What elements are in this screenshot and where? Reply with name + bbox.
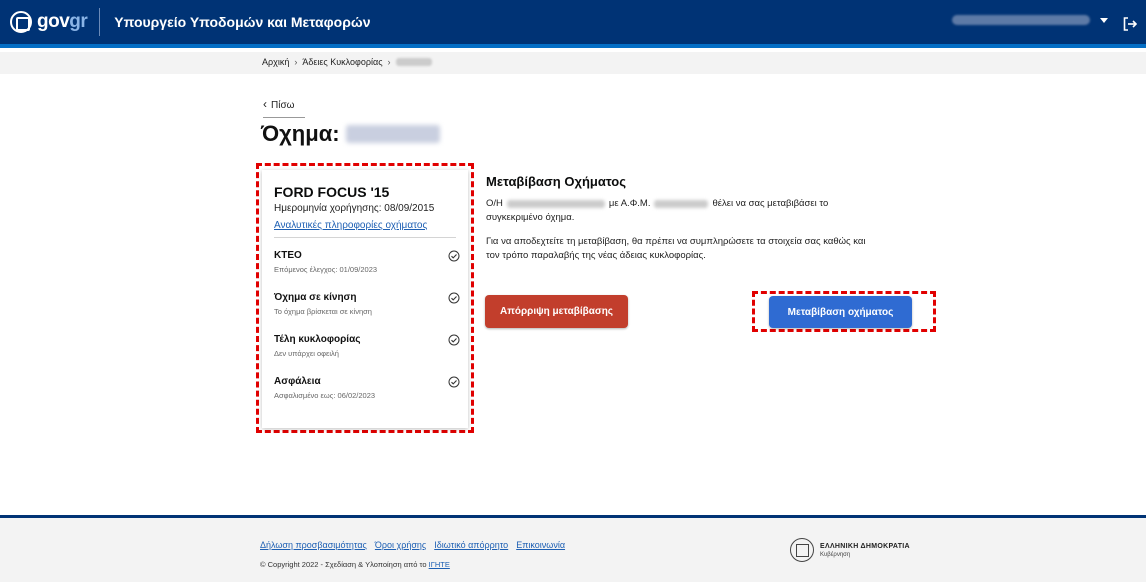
status-item-in-motion: Όχημα σε κίνηση Το όχημα βρίσκεται σε κί…: [274, 292, 460, 316]
status-title: ΚΤΕΟ: [274, 250, 302, 261]
redacted-breadcrumb-plate: [395, 58, 432, 66]
status-subtitle: Το όχημα βρίσκεται σε κίνηση: [274, 307, 372, 316]
footer-link-privacy[interactable]: Ιδιωτικό απόρρητο: [434, 540, 508, 550]
copyright-link[interactable]: ΙΓΗΤΕ: [429, 560, 450, 569]
logout-icon[interactable]: [1122, 16, 1138, 32]
transfer-title: Μεταβίβαση Οχήματος: [486, 174, 626, 189]
copyright-text: © Copyright 2022 - Σχεδίαση & Υλοποίηση …: [260, 560, 427, 569]
top-header: govgr Υπουργείο Υποδομών και Μεταφορών: [0, 0, 1146, 48]
transfer-instructions-line1: Για να αποδεχτείτε τη μεταβίβαση, θα πρέ…: [486, 236, 866, 247]
registration-date: Ημερομηνία χορήγησης: 08/09/2015: [274, 203, 435, 214]
header-divider: [99, 8, 101, 36]
reject-transfer-button[interactable]: Απόρριψη μεταβίβασης: [485, 295, 628, 328]
transfer-message-line1: Ο/Η με Α.Φ.Μ. θέλει να σας μεταβιβάσει τ…: [486, 198, 828, 209]
govgr-emblem-icon: [10, 11, 32, 33]
transfer-message-line2: συγκεκριμένο όχημα.: [486, 212, 575, 223]
status-title: Τέλη κυκλοφορίας: [274, 334, 361, 345]
status-title: Όχημα σε κίνηση: [274, 292, 357, 303]
govgr-logo[interactable]: govgr: [10, 11, 88, 33]
back-link[interactable]: ‹ Πίσω: [263, 97, 305, 118]
footer-link-accessibility[interactable]: Δήλωση προσβασιμότητας: [260, 540, 367, 550]
user-menu[interactable]: [952, 15, 1108, 25]
page-title: Όχημα:: [261, 121, 440, 147]
vehicle-details-link[interactable]: Αναλυτικές πληροφορίες οχήματος: [274, 220, 427, 231]
breadcrumb-home[interactable]: Αρχική: [262, 57, 289, 67]
redacted-afm: [654, 199, 709, 208]
check-circle-icon: [448, 292, 460, 304]
vehicle-name: FORD FOCUS '15: [274, 184, 390, 200]
check-circle-icon: [448, 376, 460, 388]
footer-link-contact[interactable]: Επικοινωνία: [516, 540, 565, 550]
page-title-prefix: Όχημα:: [261, 121, 340, 146]
hellenic-republic-logo: ΕΛΛΗΝΙΚΗ ΔΗΜΟΚΡΑΤΙΑ Κυβέρνηση: [790, 538, 910, 562]
redacted-plate-number: [345, 125, 440, 143]
footer-link-terms[interactable]: Όροι χρήσης: [375, 540, 426, 550]
message-suffix: θέλει να σας μεταβιβάσει το: [712, 198, 829, 209]
redacted-seller-name: [506, 199, 605, 208]
footer: Δήλωση προσβασιμότητας Όροι χρήσης Ιδιωτ…: [0, 518, 1146, 582]
footer-links: Δήλωση προσβασιμότητας Όροι χρήσης Ιδιωτ…: [260, 540, 565, 550]
status-item-kteo: ΚΤΕΟ Επόμενος έλεγχος: 01/09/2023: [274, 250, 460, 274]
government-emblem-icon: [790, 538, 814, 562]
status-subtitle: Επόμενος έλεγχος: 01/09/2023: [274, 265, 378, 274]
message-prefix: Ο/Η: [486, 198, 503, 209]
gov-sub: Κυβέρνηση: [820, 551, 851, 558]
status-subtitle: Ασφαλισμένο εως: 06/02/2023: [274, 391, 376, 400]
check-circle-icon: [448, 250, 460, 262]
status-item-insurance: Ασφάλεια Ασφαλισμένο εως: 06/02/2023: [274, 376, 460, 400]
breadcrumb-licenses[interactable]: Άδειες Κυκλοφορίας: [302, 57, 382, 67]
copyright: © Copyright 2022 - Σχεδίαση & Υλοποίηση …: [260, 560, 450, 569]
status-item-road-tax: Τέλη κυκλοφορίας Δεν υπάρχει οφειλή: [274, 334, 460, 358]
back-label: Πίσω: [271, 100, 295, 111]
card-divider: [274, 237, 456, 238]
logo-accent-text: gr: [69, 11, 88, 32]
breadcrumb-separator-icon: ›: [294, 57, 298, 67]
chevron-left-icon: ‹: [263, 97, 267, 111]
status-title: Ασφάλεια: [274, 376, 321, 387]
ministry-title: Υπουργείο Υποδομών και Μεταφορών: [114, 14, 371, 30]
message-afm-label: με Α.Φ.Μ.: [608, 198, 651, 209]
check-circle-icon: [448, 334, 460, 346]
chevron-down-icon: [1100, 17, 1108, 23]
logo-main-text: gov: [37, 11, 70, 32]
status-subtitle: Δεν υπάρχει οφειλή: [274, 349, 339, 358]
transfer-instructions-line2: τον τρόπο παραλαβής της νέας άδειας κυκλ…: [486, 250, 706, 261]
breadcrumb-bar: Αρχική › Άδειες Κυκλοφορίας ›: [0, 52, 1146, 74]
redacted-user-name: [952, 15, 1090, 25]
vehicle-card: FORD FOCUS '15 Ημερομηνία χορήγησης: 08/…: [262, 170, 468, 428]
gov-name: ΕΛΛΗΝΙΚΗ ΔΗΜΟΚΡΑΤΙΑ: [820, 542, 910, 550]
breadcrumb: Αρχική › Άδειες Κυκλοφορίας ›: [262, 57, 432, 67]
breadcrumb-separator-icon: ›: [387, 57, 391, 67]
accept-transfer-button[interactable]: Μεταβίβαση οχήματος: [769, 296, 912, 328]
